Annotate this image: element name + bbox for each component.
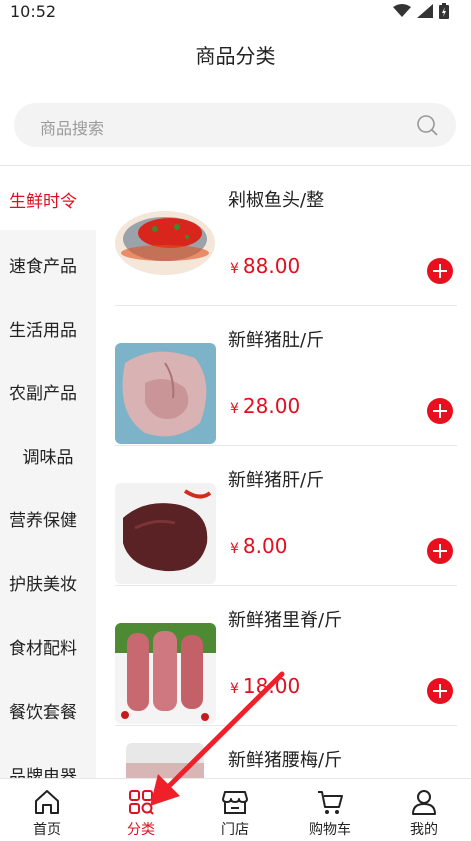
category-item[interactable]: 生鲜时令: [0, 187, 96, 212]
product-image[interactable]: [115, 343, 216, 444]
price-value: 28.00: [242, 394, 301, 418]
category-item[interactable]: 农副产品: [0, 379, 96, 404]
user-icon: [412, 790, 436, 815]
home-icon: [35, 790, 59, 814]
status-time: 10:52: [10, 2, 57, 21]
price-value: 88.00: [242, 254, 301, 278]
search-icon[interactable]: [416, 114, 438, 136]
category-item[interactable]: 调味品: [0, 443, 96, 468]
product-image[interactable]: [115, 623, 216, 724]
tab-label: 购物车: [309, 822, 351, 838]
product-item[interactable]: 新鲜猪腰梅/斤: [96, 726, 471, 778]
price-value: 18.00: [242, 674, 301, 698]
tab-label: 首页: [33, 822, 61, 838]
product-name: 新鲜猪肝/斤: [228, 470, 325, 491]
category-item[interactable]: 生活用品: [0, 316, 96, 341]
cart-icon: [318, 791, 343, 814]
currency-symbol: ¥: [230, 681, 239, 697]
search-placeholder: 商品搜索: [40, 119, 105, 138]
tab-mine[interactable]: 我的: [377, 779, 471, 841]
tab-cart[interactable]: 购物车: [283, 779, 377, 841]
category-item[interactable]: 护肤美妆: [0, 570, 96, 595]
product-item[interactable]: 新鲜猪里脊/斤 ¥18.00: [96, 586, 471, 726]
product-name: 新鲜猪腰梅/斤: [228, 750, 343, 771]
product-price: ¥28.00: [230, 394, 300, 418]
tab-label: 我的: [410, 822, 438, 838]
add-to-cart-button[interactable]: [427, 538, 453, 564]
category-sidebar: 生鲜时令 速食产品 生活用品 农副产品 调味品 营养保健 护肤美妆 食材配料 餐…: [0, 166, 96, 778]
tab-home[interactable]: 首页: [0, 779, 94, 841]
store-icon: [222, 791, 248, 814]
page-title: 商品分类: [195, 44, 276, 68]
currency-symbol: ¥: [230, 401, 239, 417]
product-image[interactable]: [115, 203, 216, 304]
product-name: 新鲜猪里脊/斤: [228, 610, 343, 631]
currency-symbol: ¥: [230, 261, 239, 277]
category-icon: [129, 790, 154, 815]
wifi-icon: [393, 4, 411, 17]
product-item[interactable]: 新鲜猪肚/斤 ¥28.00: [96, 306, 471, 446]
status-bar: 10:52: [0, 0, 471, 24]
add-to-cart-button[interactable]: [427, 398, 453, 424]
currency-symbol: ¥: [230, 541, 239, 557]
category-item[interactable]: 速食产品: [0, 252, 96, 277]
price-value: 8.00: [242, 534, 288, 558]
category-item[interactable]: 品牌电器: [0, 762, 96, 778]
product-name: 新鲜猪肚/斤: [228, 330, 325, 351]
tab-label: 门店: [221, 822, 249, 838]
product-name: 剁椒鱼头/整: [228, 190, 325, 211]
product-item[interactable]: 新鲜猪肝/斤 ¥8.00: [96, 446, 471, 586]
product-list: 剁椒鱼头/整 ¥88.00 新鲜猪肚/斤 ¥28.00 新鲜猪肝/斤 ¥ 8.0…: [96, 166, 471, 778]
battery-icon: [439, 3, 449, 19]
system-icons: [393, 3, 449, 19]
tab-store[interactable]: 门店: [188, 779, 282, 841]
product-price: ¥18.00: [230, 674, 300, 698]
tab-category[interactable]: 分类: [94, 779, 188, 841]
product-image[interactable]: [126, 743, 204, 778]
signal-icon: [417, 4, 433, 18]
category-item[interactable]: 食材配料: [0, 634, 96, 659]
bottom-tab-bar: 首页 分类 门店 购物车 我的: [0, 778, 471, 841]
category-item[interactable]: 营养保健: [0, 506, 96, 531]
product-image[interactable]: [115, 483, 216, 584]
product-price: ¥8.00: [230, 534, 287, 558]
product-item[interactable]: 剁椒鱼头/整 ¥88.00: [96, 166, 471, 306]
product-price: ¥88.00: [230, 254, 300, 278]
add-to-cart-button[interactable]: [427, 258, 453, 284]
category-item[interactable]: 餐饮套餐: [0, 698, 96, 723]
tab-label: 分类: [127, 822, 155, 838]
search-bar[interactable]: 商品搜索: [14, 103, 456, 147]
add-to-cart-button[interactable]: [427, 678, 453, 704]
